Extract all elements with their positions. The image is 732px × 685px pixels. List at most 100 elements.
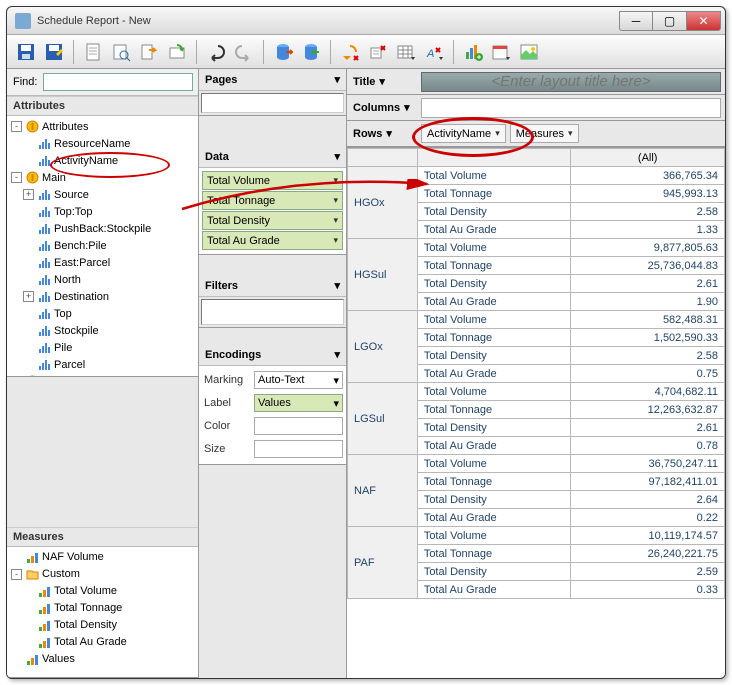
font-button[interactable]: A	[421, 39, 447, 65]
measure-name-cell: Total Volume	[417, 311, 571, 329]
tree-item-label: Total Volume	[54, 585, 117, 597]
tree-item[interactable]: Total Density	[7, 617, 198, 634]
tree-item[interactable]: Top:Top	[7, 203, 198, 220]
table-row[interactable]: LGOxTotal Volume582,488.31	[348, 311, 725, 329]
enc-size-value[interactable]	[254, 440, 343, 458]
tree-item[interactable]: Total Tonnage	[7, 600, 198, 617]
export-button[interactable]	[136, 39, 162, 65]
tree-item[interactable]: Stockpile	[7, 322, 198, 339]
value-cell: 9,877,805.63	[571, 239, 725, 257]
rows-dropzone[interactable]: ActivityName▾Measures▾	[417, 124, 725, 143]
maximize-button[interactable]: ▢	[653, 11, 687, 31]
enc-marking-value[interactable]: Auto-Text▾	[254, 371, 343, 389]
encodings-dropdown-icon[interactable]: ▾	[334, 348, 340, 361]
find-input[interactable]	[43, 73, 193, 91]
measure-name-cell: Total Density	[417, 491, 571, 509]
tree-item-label: Parcel	[54, 359, 85, 371]
data-item[interactable]: Total Density▾	[202, 211, 343, 230]
pages-header: Pages	[205, 74, 237, 86]
bars2-icon	[25, 550, 39, 564]
data-dropdown-icon[interactable]: ▾	[334, 150, 340, 163]
tree-item[interactable]: Values	[7, 651, 198, 668]
titlebar[interactable]: Schedule Report - New ─ ▢ ✕	[7, 7, 725, 35]
page-button[interactable]	[80, 39, 106, 65]
db2-button[interactable]	[298, 39, 324, 65]
tree-item[interactable]: Total Au Grade	[7, 634, 198, 651]
category-cell: PAF	[348, 527, 418, 599]
rows-dropdown-icon[interactable]: ▾	[386, 127, 392, 140]
filters-dropdown-icon[interactable]: ▾	[334, 279, 340, 292]
data-item[interactable]: Total Tonnage▾	[202, 191, 343, 210]
tree-item-label: Total Au Grade	[54, 636, 127, 648]
tree-item[interactable]: North	[7, 271, 198, 288]
table-row[interactable]: HGSulTotal Volume9,877,805.63	[348, 239, 725, 257]
filters-dropzone[interactable]	[201, 299, 344, 325]
image-button[interactable]	[516, 39, 542, 65]
app-icon	[15, 13, 31, 29]
grid-dd-button[interactable]	[393, 39, 419, 65]
enc-label-value[interactable]: Values▾	[254, 394, 343, 412]
expand-toggle[interactable]: -	[11, 172, 22, 183]
row-chip[interactable]: Measures▾	[510, 124, 579, 143]
expand-toggle[interactable]: -	[11, 121, 22, 132]
tree-item[interactable]: Top	[7, 305, 198, 322]
refresh-button[interactable]	[164, 39, 190, 65]
title-dropdown-icon[interactable]: ▾	[379, 75, 385, 88]
table-row[interactable]: HGOxTotal Volume366,765.34	[348, 167, 725, 185]
pages-dropdown-icon[interactable]: ▾	[334, 73, 340, 86]
tree-item[interactable]: Pile	[7, 339, 198, 356]
calendar-button[interactable]	[488, 39, 514, 65]
tree-item[interactable]: - Custom	[7, 566, 198, 583]
chart-add-button[interactable]	[460, 39, 486, 65]
tree-item[interactable]: Parcel	[7, 356, 198, 373]
tree-item[interactable]: +Destination	[7, 288, 198, 305]
row-chip[interactable]: ActivityName▾	[421, 124, 506, 143]
minimize-button[interactable]: ─	[619, 11, 653, 31]
tree-item-label: Stockpile	[54, 325, 99, 337]
bars2-icon	[37, 601, 51, 615]
tree-item[interactable]: East:Parcel	[7, 254, 198, 271]
save-as-button[interactable]	[41, 39, 67, 65]
data-item[interactable]: Total Volume▾	[202, 171, 343, 190]
tree-item-label: Custom	[42, 568, 80, 580]
preview-button[interactable]	[108, 39, 134, 65]
value-cell: 25,736,044.83	[571, 257, 725, 275]
columns-dropdown-icon[interactable]: ▾	[404, 101, 410, 114]
measure-name-cell: Total Density	[417, 563, 571, 581]
measure-name-cell: Total Tonnage	[417, 545, 571, 563]
layout-title-input[interactable]	[421, 72, 721, 92]
tree-item[interactable]: NAF Volume	[7, 549, 198, 566]
tree-item[interactable]: Bench:Pile	[7, 237, 198, 254]
measures-tree[interactable]: NAF Volume - Custom Total Volume Total Tonna…	[7, 547, 198, 678]
tree-item[interactable]: Total Volume	[7, 583, 198, 600]
table-row[interactable]: LGSulTotal Volume4,704,682.11	[348, 383, 725, 401]
tree-item[interactable]: +Source	[7, 186, 198, 203]
data-grid[interactable]: (All)HGOxTotal Volume366,765.34Total Ton…	[347, 148, 725, 599]
pages-dropzone[interactable]	[201, 93, 344, 113]
table-row[interactable]: PAFTotal Volume10,119,174.57	[348, 527, 725, 545]
db-button[interactable]	[270, 39, 296, 65]
enc-color-value[interactable]	[254, 417, 343, 435]
tree-item[interactable]: ActivityName	[7, 152, 198, 169]
save-button[interactable]	[13, 39, 39, 65]
redo-button[interactable]	[231, 39, 257, 65]
expand-toggle[interactable]: +	[23, 189, 34, 200]
attributes-tree[interactable]: -AttributesResourceNameActivityName-Main…	[7, 116, 198, 376]
close-button[interactable]: ✕	[687, 11, 721, 31]
expand-toggle[interactable]: +	[23, 291, 34, 302]
tree-item[interactable]: -Attributes	[7, 118, 198, 135]
tree-item[interactable]: ResourceName	[7, 135, 198, 152]
tree-item[interactable]: +Calendar (Calendar)	[7, 373, 198, 376]
data-dropzone[interactable]: Total Volume▾Total Tonnage▾Total Density…	[199, 168, 346, 254]
tree-item[interactable]: -Main	[7, 169, 198, 186]
columns-dropzone[interactable]	[421, 98, 721, 118]
clear-row-button[interactable]	[365, 39, 391, 65]
data-item[interactable]: Total Au Grade▾	[202, 231, 343, 250]
measure-name-cell: Total Density	[417, 419, 571, 437]
category-cell: LGOx	[348, 311, 418, 383]
expand-toggle[interactable]: -	[11, 569, 22, 580]
tree-item[interactable]: PushBack:Stockpile	[7, 220, 198, 237]
undo-clear-button[interactable]	[337, 39, 363, 65]
undo-button[interactable]	[203, 39, 229, 65]
table-row[interactable]: NAFTotal Volume36,750,247.11	[348, 455, 725, 473]
